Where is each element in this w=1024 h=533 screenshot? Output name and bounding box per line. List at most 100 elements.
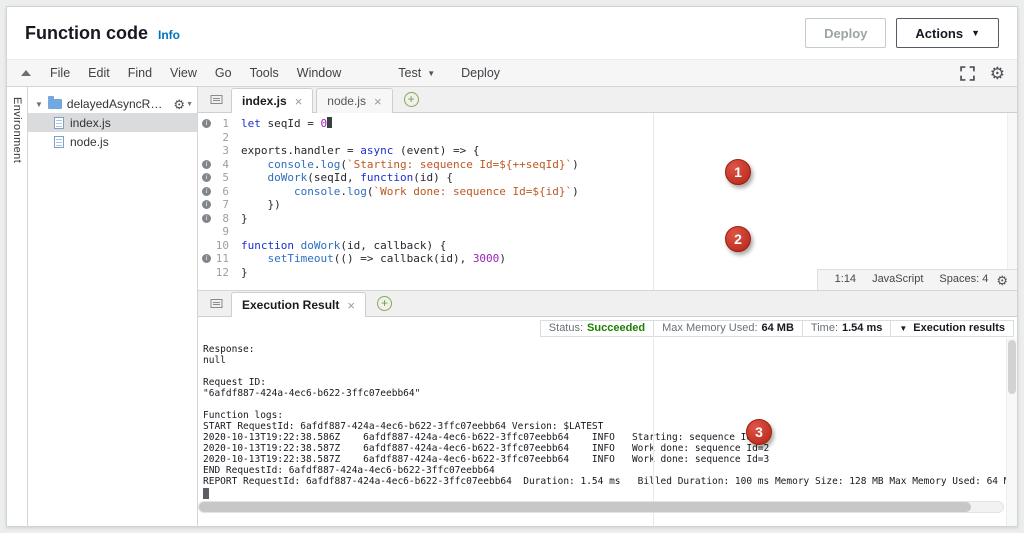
gutter-line[interactable]: 3	[198, 144, 236, 158]
tab-execution-result[interactable]: Execution Result ×	[231, 292, 366, 317]
environment-tab-label: Environment	[11, 97, 23, 526]
code-token: 3000	[473, 252, 500, 265]
gutter-line[interactable]: 12	[198, 266, 236, 280]
status-label: Status:	[549, 322, 583, 334]
code-token: }	[241, 212, 248, 225]
workspace: Environment ▼ delayedAsyncReturn ⚙▼ inde…	[7, 87, 1017, 526]
info-annotation-icon: i	[202, 254, 211, 263]
line-number: 8	[222, 212, 236, 225]
menu-item-find[interactable]: Find	[119, 66, 161, 80]
status-value: Succeeded	[587, 322, 645, 334]
horizontal-scrollbar[interactable]	[198, 501, 1004, 513]
code-token: (	[340, 158, 347, 171]
editor-gutter: i123i4i5i6i7i8910i1112	[198, 117, 236, 290]
gutter-line[interactable]: i7	[198, 198, 236, 212]
execution-output-area[interactable]: Response: null Request ID: "6afdf887-424…	[198, 338, 1017, 526]
gutter-line[interactable]: i6	[198, 185, 236, 199]
close-tab-icon[interactable]: ×	[374, 94, 382, 109]
close-tab-icon[interactable]: ×	[295, 94, 303, 109]
panel-header: Function code Info Deploy Actions ▼	[7, 7, 1017, 59]
settings-gear-icon[interactable]: ⚙	[990, 65, 1005, 82]
code-line[interactable]: function doWork(id, callback) {	[241, 239, 1017, 253]
memory-label: Max Memory Used:	[662, 322, 757, 334]
time-chip: Time: 1.54 ms	[802, 320, 891, 337]
tab-list-icon[interactable]	[210, 297, 223, 310]
gutter-line[interactable]: i4	[198, 158, 236, 172]
fullscreen-icon[interactable]	[960, 66, 975, 81]
menu-item-tools[interactable]: Tools	[241, 66, 288, 80]
execution-results-dropdown-label: Execution results	[913, 322, 1005, 334]
gutter-line[interactable]: 10	[198, 239, 236, 253]
tab-label: Execution Result	[242, 298, 339, 312]
line-number: 2	[222, 131, 236, 144]
tree-file-index-js[interactable]: index.js	[28, 113, 197, 132]
gutter-line[interactable]: 9	[198, 225, 236, 239]
test-menu-label: Test	[398, 66, 421, 80]
new-tab-icon[interactable]: +	[377, 296, 392, 311]
code-token: `Work done: sequence Id=${id}`	[373, 185, 572, 198]
tree-settings-gear-icon[interactable]: ⚙▼	[173, 98, 193, 111]
info-link[interactable]: Info	[158, 28, 180, 42]
menu-item-edit[interactable]: Edit	[79, 66, 119, 80]
tab-index-js[interactable]: index.js×	[231, 88, 313, 113]
code-line[interactable]	[241, 131, 1017, 145]
results-tabbar: Execution Result × +	[198, 291, 1017, 317]
folder-name: delayedAsyncReturn	[67, 97, 168, 111]
code-token: seqId =	[261, 117, 321, 130]
test-menu[interactable]: Test ▼	[392, 66, 441, 80]
code-token: })	[241, 198, 281, 211]
deploy-button[interactable]: Deploy	[805, 18, 886, 48]
gutter-line[interactable]: i8	[198, 212, 236, 226]
folder-expand-icon[interactable]: ▼	[35, 100, 43, 109]
tree-file-node-js[interactable]: node.js	[28, 132, 197, 151]
code-line[interactable]: }	[241, 212, 1017, 226]
language-mode[interactable]: JavaScript	[864, 273, 931, 287]
code-token: console	[294, 185, 340, 198]
line-number: 11	[216, 252, 236, 265]
code-token: `Starting: sequence Id=${++seqId}`	[347, 158, 572, 171]
gutter-line[interactable]: i 11	[198, 252, 236, 266]
new-tab-icon[interactable]: +	[404, 92, 419, 107]
code-line[interactable]: doWork(seqId, function(id) {	[241, 171, 1017, 185]
editor-code[interactable]: let seqId = 0 exports.handler = async (ev…	[236, 117, 1017, 290]
code-token: }	[241, 266, 248, 279]
tab-node-js[interactable]: node.js×	[316, 88, 392, 113]
vertical-scrollbar[interactable]	[1006, 338, 1017, 526]
gutter-line[interactable]: 2	[198, 131, 236, 145]
deploy-menu-item[interactable]: Deploy	[455, 66, 506, 80]
code-line[interactable]	[241, 225, 1017, 239]
menu-item-file[interactable]: File	[41, 66, 79, 80]
text-cursor	[327, 117, 332, 128]
annotation-badge-1: 1	[725, 159, 751, 185]
spaces-setting[interactable]: Spaces: 4	[931, 273, 996, 287]
scrollbar-thumb[interactable]	[199, 502, 971, 512]
gutter-line[interactable]: i1	[198, 117, 236, 131]
code-line[interactable]: exports.handler = async (event) => {	[241, 144, 1017, 158]
gutter-line[interactable]: i5	[198, 171, 236, 185]
tree-folder-row[interactable]: ▼ delayedAsyncReturn ⚙▼	[28, 95, 197, 113]
editor-scrollbar-track[interactable]	[1007, 113, 1017, 290]
collapse-menu-icon[interactable]	[21, 70, 31, 76]
environment-tab[interactable]: Environment	[7, 87, 28, 526]
code-line[interactable]: console.log(`Starting: sequence Id=${++s…	[241, 158, 1017, 172]
code-line[interactable]: })	[241, 198, 1017, 212]
line-number: 9	[222, 225, 236, 238]
execution-results-dropdown[interactable]: ▼ Execution results	[890, 320, 1014, 337]
tab-list-icon[interactable]	[210, 93, 223, 106]
scrollbar-thumb[interactable]	[1008, 340, 1016, 394]
code-line[interactable]: let seqId = 0	[241, 117, 1017, 131]
code-editor[interactable]: i123i4i5i6i7i8910i1112 let seqId = 0expo…	[198, 113, 1017, 291]
code-line[interactable]: setTimeout(() => callback(id), 3000)	[241, 252, 1017, 266]
menu-item-window[interactable]: Window	[288, 66, 350, 80]
actions-button[interactable]: Actions ▼	[896, 18, 999, 48]
cursor-position[interactable]: 1:14	[827, 273, 864, 287]
code-line[interactable]: console.log(`Work done: sequence Id=${id…	[241, 185, 1017, 199]
info-annotation-icon: i	[202, 187, 211, 196]
menu-item-go[interactable]: Go	[206, 66, 241, 80]
line-number: 5	[222, 171, 236, 184]
line-number: 10	[216, 239, 236, 252]
close-tab-icon[interactable]: ×	[347, 298, 355, 313]
code-token: exports.handler =	[241, 144, 360, 157]
menu-item-view[interactable]: View	[161, 66, 206, 80]
statusbar-gear-icon[interactable]: ⚙	[996, 274, 1008, 287]
